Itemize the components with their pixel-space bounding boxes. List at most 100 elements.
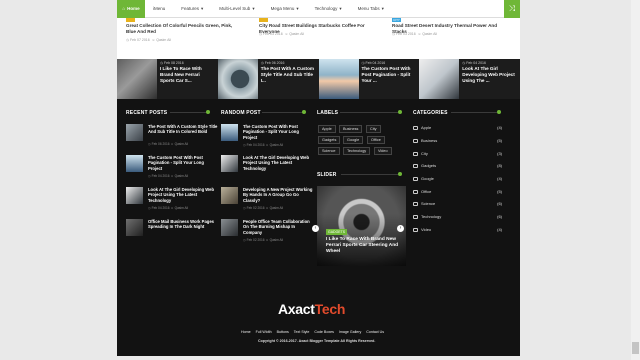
category-name[interactable]: Gadgets bbox=[421, 163, 436, 168]
category-item[interactable]: Office (5) bbox=[413, 188, 502, 196]
list-item[interactable]: Look At The Girl Developing Web Project … bbox=[126, 187, 218, 213]
post-title[interactable]: Look At The Girl Developing Web Project … bbox=[462, 66, 516, 84]
slide-title[interactable]: I Like To Race With Brand New Ferrari Sp… bbox=[326, 237, 401, 255]
slider[interactable]: GADGETS I Like To Race With Brand New Fe… bbox=[317, 186, 406, 266]
tag-business[interactable]: Business bbox=[339, 125, 363, 133]
slider-prev-button[interactable]: ‹ bbox=[312, 225, 319, 232]
category-item[interactable]: Business (5) bbox=[413, 137, 502, 145]
nav-item-imenu[interactable]: iMenu bbox=[145, 0, 173, 18]
footer-link-text-style[interactable]: Text Style bbox=[294, 330, 310, 334]
category-item[interactable]: Apple (4) bbox=[413, 124, 502, 132]
post-title[interactable]: I Like To Race With Brand New Ferrari Sp… bbox=[160, 66, 214, 84]
category-name[interactable]: Google bbox=[421, 176, 434, 181]
strip-post[interactable]: ◷ Feb 04 2016 The Custom Post With Post P… bbox=[318, 59, 420, 99]
post-thumbnail[interactable] bbox=[318, 59, 359, 99]
post-thumbnail[interactable] bbox=[221, 124, 238, 141]
nav-item-multi-level[interactable]: Multi-Level Sub ▾ bbox=[211, 0, 262, 18]
shuffle-button[interactable]: ⤨ bbox=[504, 0, 520, 18]
list-item[interactable]: Developing A New Project Working By Hand… bbox=[221, 187, 313, 213]
post-thumbnail[interactable] bbox=[217, 59, 258, 99]
post-title[interactable]: People Office Team Collaboration On The … bbox=[243, 219, 313, 235]
scrollbar-thumb[interactable] bbox=[632, 342, 639, 354]
top-post[interactable]: City Road Street Buildings Starbucks Cof… bbox=[250, 18, 380, 58]
top-post[interactable]: CITY Road Street Desert Industry Thermal… bbox=[383, 18, 513, 58]
site-logo[interactable]: AxactTech bbox=[278, 301, 368, 317]
nav-item-features[interactable]: Features ▾ bbox=[173, 0, 211, 18]
category-name[interactable]: Technology bbox=[421, 214, 441, 219]
list-item[interactable]: The Custom Post With Post Pagination - S… bbox=[126, 155, 218, 181]
post-date: ◷ Feb 06 2016 bbox=[261, 61, 315, 65]
list-item[interactable]: The Custom Post With Post Pagination - S… bbox=[221, 124, 313, 150]
tag-city[interactable]: City bbox=[366, 125, 381, 133]
post-thumbnail[interactable] bbox=[221, 219, 238, 236]
category-item[interactable]: Google (4) bbox=[413, 175, 502, 183]
post-title[interactable]: The Custom Post With Post Pagination - S… bbox=[243, 124, 313, 140]
category-name[interactable]: Office bbox=[421, 189, 431, 194]
post-author: Qasim Ali bbox=[174, 142, 189, 146]
tag-technology[interactable]: Technology bbox=[343, 147, 371, 155]
post-thumbnail[interactable] bbox=[117, 59, 157, 99]
post-title[interactable]: The Post With A Custom Style Title And S… bbox=[148, 124, 218, 135]
footer-link-home[interactable]: Home bbox=[241, 330, 251, 334]
post-date: Feb 06 2016 bbox=[151, 142, 170, 146]
tag-gadgets[interactable]: Gadgets bbox=[318, 136, 341, 144]
category-item[interactable]: Video (4) bbox=[413, 226, 502, 234]
post-thumbnail[interactable] bbox=[221, 155, 238, 172]
footer-link-buttons[interactable]: Buttons bbox=[277, 330, 289, 334]
category-name[interactable]: Business bbox=[421, 138, 437, 143]
post-date: Feb 03 2016 bbox=[263, 32, 283, 36]
post-thumbnail[interactable] bbox=[126, 124, 143, 141]
tag-google[interactable]: Google bbox=[343, 136, 364, 144]
tag-office[interactable]: Office bbox=[367, 136, 385, 144]
post-thumbnail[interactable] bbox=[221, 187, 238, 204]
footer-link-image-gallery[interactable]: Image Gallery bbox=[339, 330, 361, 334]
category-name[interactable]: City bbox=[421, 151, 428, 156]
post-thumbnail[interactable] bbox=[126, 187, 143, 204]
post-meta: ◷ Feb 03 2016 ☺ Qasim Ali bbox=[259, 32, 304, 36]
post-thumbnail[interactable] bbox=[126, 219, 143, 236]
post-date: Feb 04 2016 bbox=[151, 174, 170, 178]
list-item[interactable]: Look At The Girl Developing Web Project … bbox=[221, 155, 313, 181]
top-post[interactable]: Great Collection Of Colorful Pencils Gre… bbox=[117, 18, 247, 58]
strip-post[interactable]: ◷ Feb 04 2016 Look At The Girl Developing… bbox=[419, 59, 520, 99]
nav-home-button[interactable]: ⌂ Home bbox=[117, 0, 145, 18]
post-meta: ◷ Feb 04 2016 ☺ Qasim Ali bbox=[243, 143, 284, 147]
category-name[interactable]: Science bbox=[421, 201, 435, 206]
post-title[interactable]: Look At The Girl Developing Web Project … bbox=[243, 155, 313, 171]
post-title[interactable]: Developing A New Project Working By Hand… bbox=[243, 187, 313, 203]
post-title[interactable]: The Post With A Custom Style Title And S… bbox=[261, 66, 315, 84]
strip-post[interactable]: ◷ Feb 08 2016 I Like To Race With Brand N… bbox=[117, 59, 218, 99]
slider-next-button[interactable]: › bbox=[397, 225, 404, 232]
chevron-down-icon: ▾ bbox=[339, 5, 342, 11]
post-title[interactable]: Great Collection Of Colorful Pencils Gre… bbox=[126, 23, 241, 35]
category-name[interactable]: Video bbox=[421, 227, 431, 232]
nav-item-mega-menu[interactable]: Mega Menu ▾ bbox=[263, 0, 307, 18]
category-item[interactable]: Science (6) bbox=[413, 200, 502, 208]
footer-link-full-width[interactable]: Full Width bbox=[256, 330, 272, 334]
list-item[interactable]: People Office Team Collaboration On The … bbox=[221, 219, 313, 245]
footer-link-code-boxes[interactable]: Code Boxes bbox=[314, 330, 334, 334]
post-title[interactable]: The Custom Post With Post Pagination - S… bbox=[148, 155, 218, 171]
tag-apple[interactable]: Apple bbox=[318, 125, 336, 133]
tag-science[interactable]: Science bbox=[318, 147, 340, 155]
list-item[interactable]: Office Mail Business Work Pages Spreadin… bbox=[126, 219, 218, 245]
tag-video[interactable]: Video bbox=[374, 147, 392, 155]
post-title[interactable]: Office Mail Business Work Pages Spreadin… bbox=[148, 219, 218, 230]
footer-link-contact-us[interactable]: Contact Us bbox=[366, 330, 384, 334]
heading-dot bbox=[302, 110, 306, 114]
post-thumbnail[interactable] bbox=[126, 155, 143, 172]
post-title[interactable]: The Custom Post With Post Pagination - S… bbox=[362, 66, 416, 84]
category-name[interactable]: Apple bbox=[421, 125, 431, 130]
category-item[interactable]: Gadgets (8) bbox=[413, 162, 502, 170]
list-item[interactable]: The Post With A Custom Style Title And S… bbox=[126, 124, 218, 150]
category-item[interactable]: City (3) bbox=[413, 150, 502, 158]
slide-category-label[interactable]: GADGETS bbox=[326, 229, 348, 235]
post-thumbnail[interactable] bbox=[419, 59, 460, 99]
category-item[interactable]: Technology (6) bbox=[413, 213, 502, 221]
heading-dot bbox=[398, 172, 402, 176]
strip-post[interactable]: ◷ Feb 06 2016 The Post With A Custom Styl… bbox=[217, 59, 319, 99]
page-scrollbar[interactable] bbox=[631, 0, 640, 360]
nav-item-menu-tabs[interactable]: Menu Tabs ▾ bbox=[350, 0, 392, 18]
nav-item-technology[interactable]: Technology ▾ bbox=[307, 0, 350, 18]
post-title[interactable]: Look At The Girl Developing Web Project … bbox=[148, 187, 218, 203]
